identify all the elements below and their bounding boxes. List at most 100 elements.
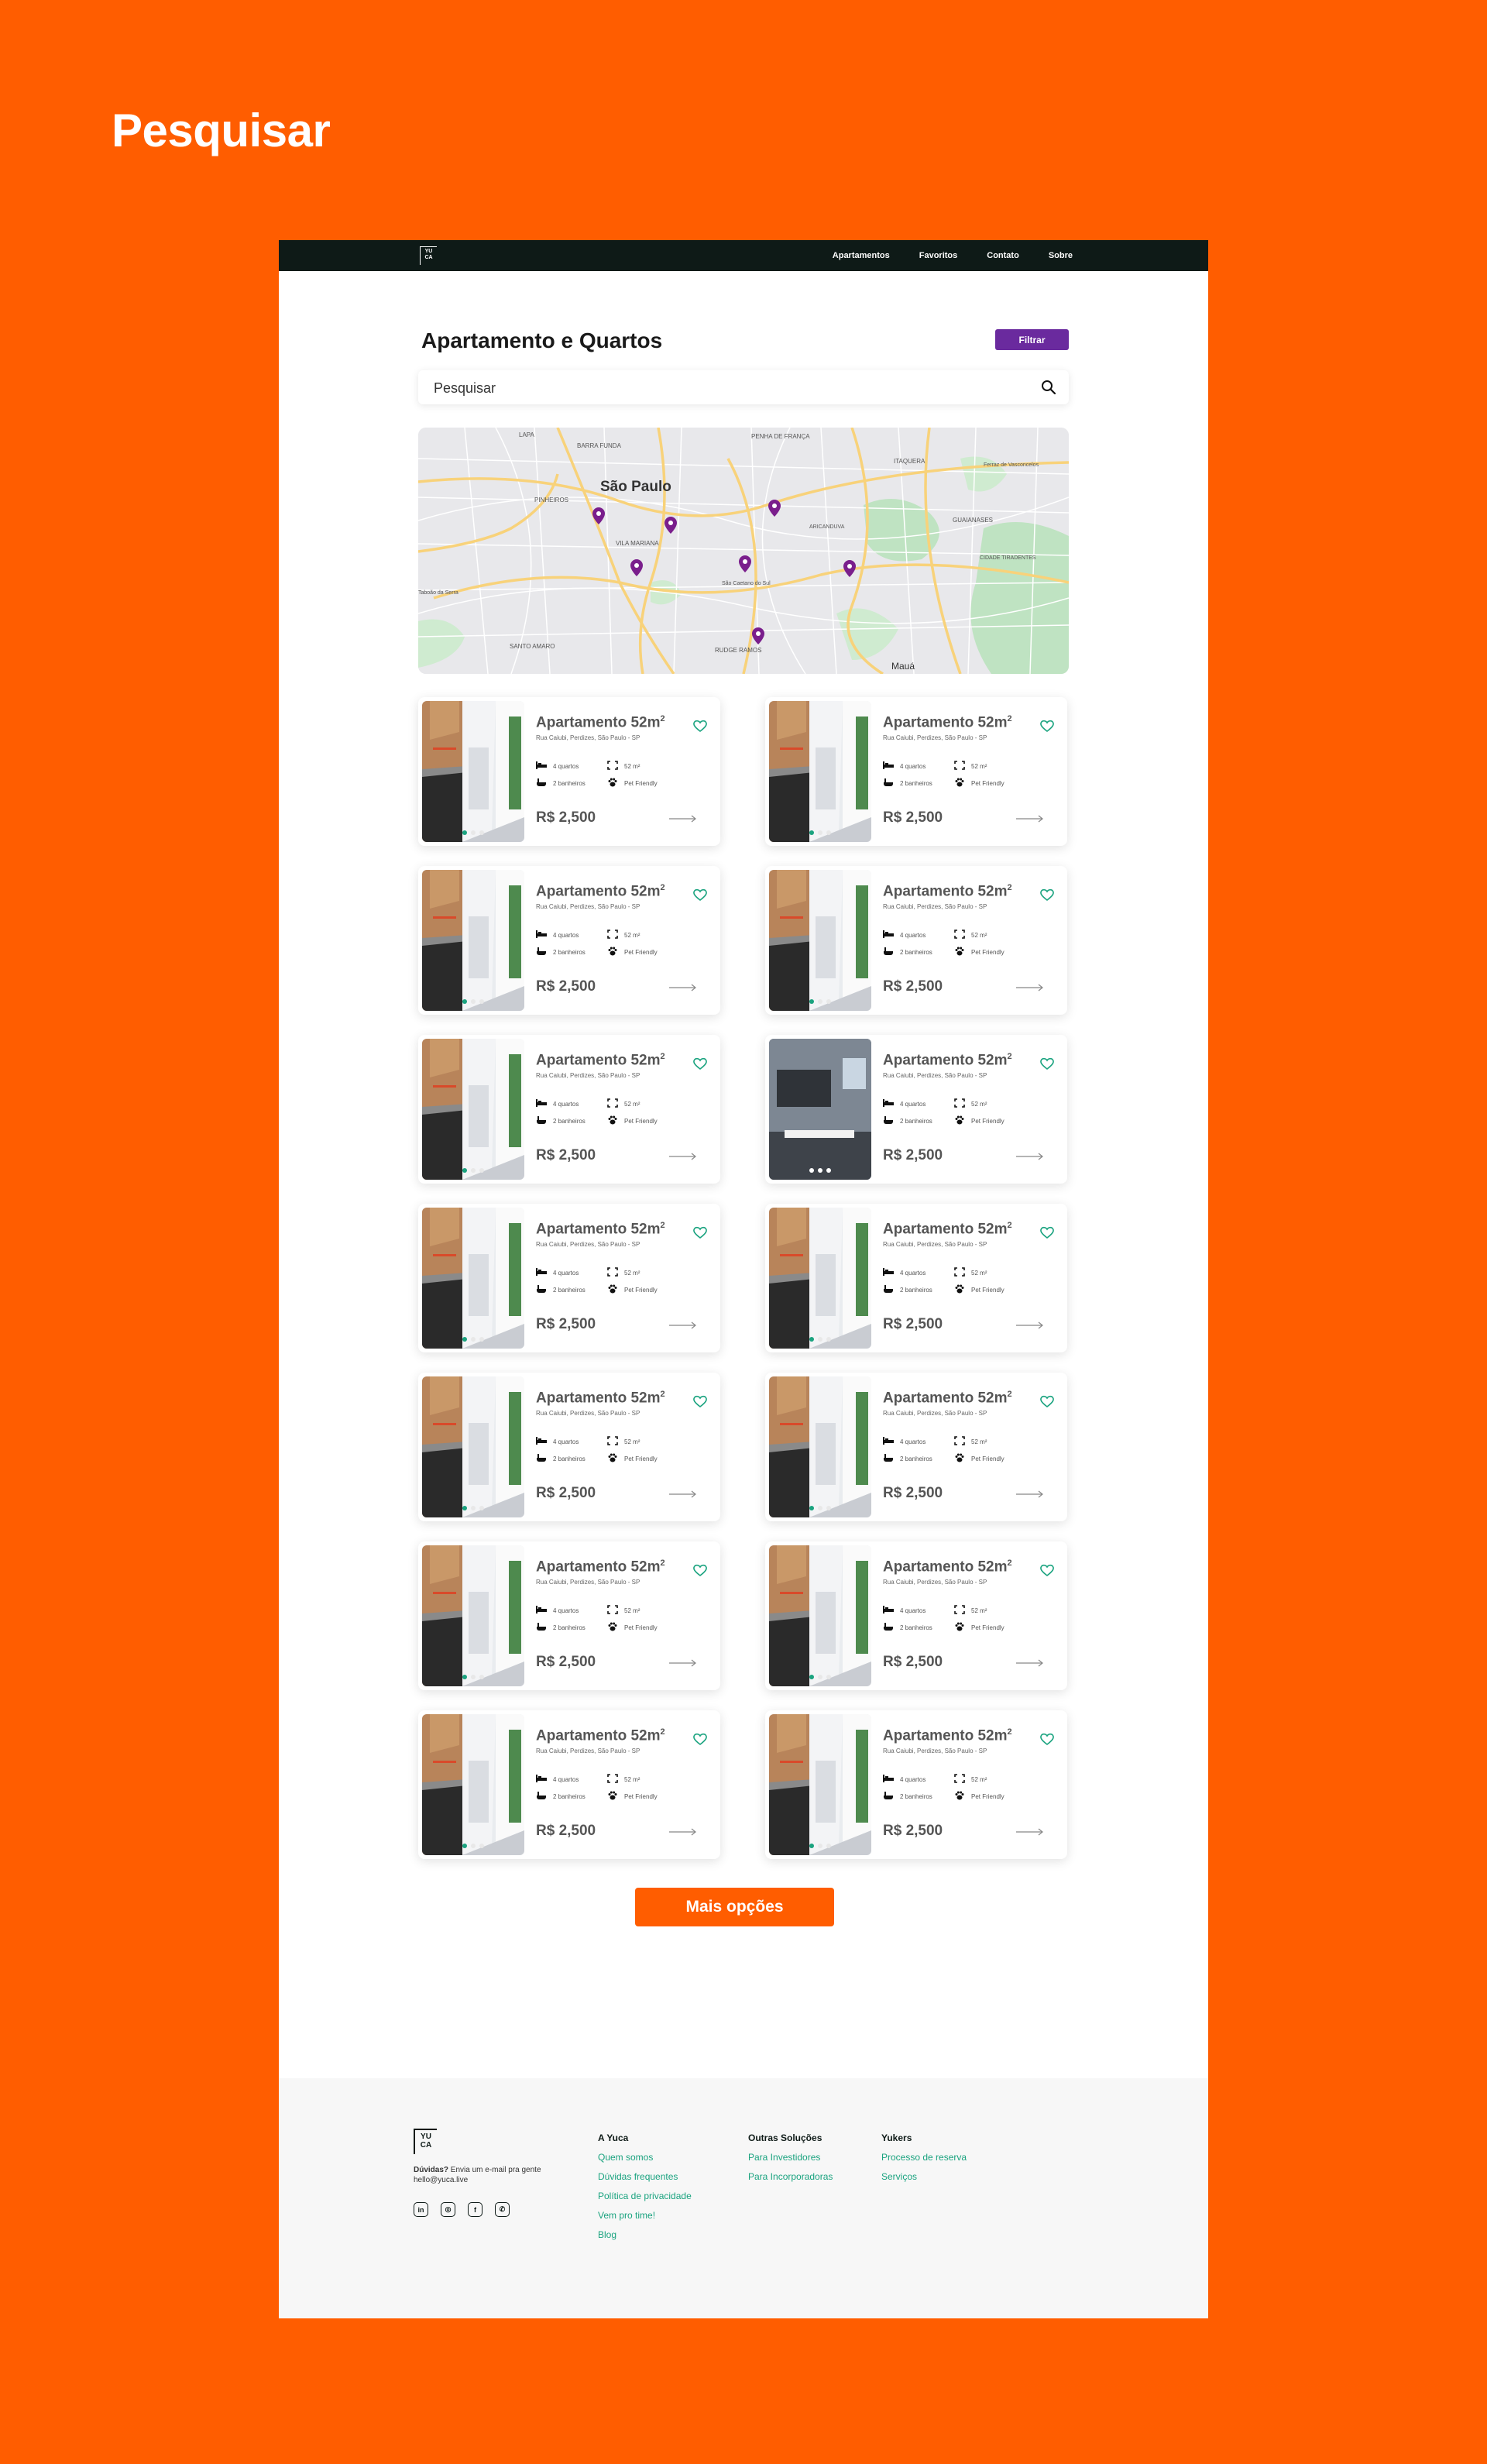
listing-title[interactable]: Apartamento 52m2 (536, 1221, 665, 1238)
listing-card[interactable]: Apartamento 52m2 Rua Caiubi, Perdizes, S… (418, 1373, 720, 1521)
footer-link[interactable]: Para Incorporadoras (748, 2171, 833, 2182)
arrow-right-icon[interactable] (1016, 1828, 1044, 1836)
carousel-dots[interactable] (422, 1168, 524, 1173)
carousel-dots[interactable] (422, 830, 524, 835)
footer-link[interactable]: Dúvidas frequentes (598, 2171, 692, 2182)
listing-card[interactable]: Apartamento 52m2 Rua Caiubi, Perdizes, S… (418, 1204, 720, 1352)
carousel-dots[interactable] (769, 1675, 871, 1679)
listing-photo-carousel[interactable] (769, 1545, 871, 1686)
listing-title[interactable]: Apartamento 52m2 (536, 1558, 665, 1576)
favorite-heart-icon[interactable] (692, 1057, 708, 1070)
favorite-heart-icon[interactable] (1039, 1057, 1055, 1070)
arrow-right-icon[interactable] (669, 815, 697, 823)
carousel-dots[interactable] (422, 1506, 524, 1510)
favorite-heart-icon[interactable] (692, 888, 708, 902)
listing-card[interactable]: Apartamento 52m2 Rua Caiubi, Perdizes, S… (418, 1710, 720, 1859)
listing-card[interactable]: Apartamento 52m2 Rua Caiubi, Perdizes, S… (765, 866, 1067, 1015)
listing-card[interactable]: Apartamento 52m2 Rua Caiubi, Perdizes, S… (418, 697, 720, 846)
listing-card[interactable]: Apartamento 52m2 Rua Caiubi, Perdizes, S… (418, 1035, 720, 1184)
instagram-icon[interactable]: ◎ (441, 2202, 455, 2217)
favorite-heart-icon[interactable] (692, 1732, 708, 1746)
nav-item-sobre[interactable]: Sobre (1049, 251, 1073, 260)
arrow-right-icon[interactable] (1016, 1659, 1044, 1667)
listing-photo-carousel[interactable] (422, 701, 524, 842)
listing-card[interactable]: Apartamento 52m2 Rua Caiubi, Perdizes, S… (765, 1710, 1067, 1859)
whatsapp-icon[interactable]: ✆ (495, 2202, 510, 2217)
map-view[interactable]: São Paulo LAPA BARRA FUNDA PENHA DE FRAN… (418, 428, 1069, 674)
carousel-dots[interactable] (422, 1337, 524, 1342)
arrow-right-icon[interactable] (669, 1828, 697, 1836)
carousel-dots[interactable] (769, 830, 871, 835)
carousel-dots[interactable] (769, 1337, 871, 1342)
listing-title[interactable]: Apartamento 52m2 (883, 883, 1012, 900)
nav-item-apartamentos[interactable]: Apartamentos (833, 251, 890, 260)
listing-photo-carousel[interactable] (769, 1376, 871, 1517)
listing-card[interactable]: Apartamento 52m2 Rua Caiubi, Perdizes, S… (765, 697, 1067, 846)
footer-link[interactable]: Para Investidores (748, 2152, 833, 2163)
listing-title[interactable]: Apartamento 52m2 (536, 1727, 665, 1744)
nav-item-contato[interactable]: Contato (987, 251, 1019, 260)
listing-photo-carousel[interactable] (769, 1208, 871, 1349)
listing-card[interactable]: Apartamento 52m2 Rua Caiubi, Perdizes, S… (418, 866, 720, 1015)
listing-photo-carousel[interactable] (769, 701, 871, 842)
yuca-logo[interactable]: YU CA (420, 246, 437, 265)
listing-card[interactable]: Apartamento 52m2 Rua Caiubi, Perdizes, S… (765, 1204, 1067, 1352)
filter-button[interactable]: Filtrar (995, 329, 1069, 350)
listing-photo-carousel[interactable] (769, 870, 871, 1011)
carousel-dots[interactable] (422, 999, 524, 1004)
carousel-dots[interactable] (769, 1506, 871, 1510)
listing-title[interactable]: Apartamento 52m2 (536, 1390, 665, 1407)
favorite-heart-icon[interactable] (1039, 1732, 1055, 1746)
arrow-right-icon[interactable] (669, 1321, 697, 1329)
carousel-dots[interactable] (769, 1168, 871, 1173)
listing-title[interactable]: Apartamento 52m2 (883, 1052, 1012, 1069)
listing-title[interactable]: Apartamento 52m2 (883, 714, 1012, 731)
listing-title[interactable]: Apartamento 52m2 (536, 883, 665, 900)
arrow-right-icon[interactable] (669, 1659, 697, 1667)
arrow-right-icon[interactable] (669, 984, 697, 991)
favorite-heart-icon[interactable] (1039, 888, 1055, 902)
footer-link[interactable]: Processo de reserva (881, 2152, 967, 2163)
arrow-right-icon[interactable] (1016, 815, 1044, 823)
arrow-right-icon[interactable] (1016, 1490, 1044, 1498)
favorite-heart-icon[interactable] (1039, 1225, 1055, 1239)
listing-photo-carousel[interactable] (422, 1545, 524, 1686)
footer-link[interactable]: Quem somos (598, 2152, 692, 2163)
listing-photo-carousel[interactable] (769, 1714, 871, 1855)
listing-title[interactable]: Apartamento 52m2 (883, 1390, 1012, 1407)
favorite-heart-icon[interactable] (692, 1225, 708, 1239)
footer-link[interactable]: Vem pro time! (598, 2210, 692, 2221)
listing-title[interactable]: Apartamento 52m2 (883, 1221, 1012, 1238)
favorite-heart-icon[interactable] (1039, 1563, 1055, 1577)
carousel-dots[interactable] (422, 1675, 524, 1679)
nav-item-favoritos[interactable]: Favoritos (919, 251, 958, 260)
carousel-dots[interactable] (769, 1844, 871, 1848)
arrow-right-icon[interactable] (1016, 1321, 1044, 1329)
search-input[interactable]: Pesquisar (418, 370, 1069, 404)
listing-photo-carousel[interactable] (422, 870, 524, 1011)
more-options-button[interactable]: Mais opções (635, 1888, 834, 1926)
carousel-dots[interactable] (769, 999, 871, 1004)
listing-photo-carousel[interactable] (769, 1039, 871, 1180)
arrow-right-icon[interactable] (1016, 1153, 1044, 1160)
linkedin-icon[interactable]: in (414, 2202, 428, 2217)
listing-card[interactable]: Apartamento 52m2 Rua Caiubi, Perdizes, S… (765, 1541, 1067, 1690)
favorite-heart-icon[interactable] (692, 1394, 708, 1408)
listing-title[interactable]: Apartamento 52m2 (883, 1727, 1012, 1744)
listing-card[interactable]: Apartamento 52m2 Rua Caiubi, Perdizes, S… (418, 1541, 720, 1690)
favorite-heart-icon[interactable] (1039, 1394, 1055, 1408)
facebook-icon[interactable]: f (468, 2202, 483, 2217)
carousel-dots[interactable] (422, 1844, 524, 1848)
listing-card[interactable]: Apartamento 52m2 Rua Caiubi, Perdizes, S… (765, 1373, 1067, 1521)
footer-email-link[interactable]: hello@yuca.live (414, 2176, 468, 2184)
listing-title[interactable]: Apartamento 52m2 (536, 1052, 665, 1069)
favorite-heart-icon[interactable] (1039, 719, 1055, 733)
arrow-right-icon[interactable] (1016, 984, 1044, 991)
favorite-heart-icon[interactable] (692, 1563, 708, 1577)
search-icon[interactable] (1041, 380, 1056, 395)
listing-photo-carousel[interactable] (422, 1714, 524, 1855)
arrow-right-icon[interactable] (669, 1153, 697, 1160)
arrow-right-icon[interactable] (669, 1490, 697, 1498)
listing-photo-carousel[interactable] (422, 1208, 524, 1349)
footer-logo[interactable]: YU CA (414, 2129, 437, 2154)
